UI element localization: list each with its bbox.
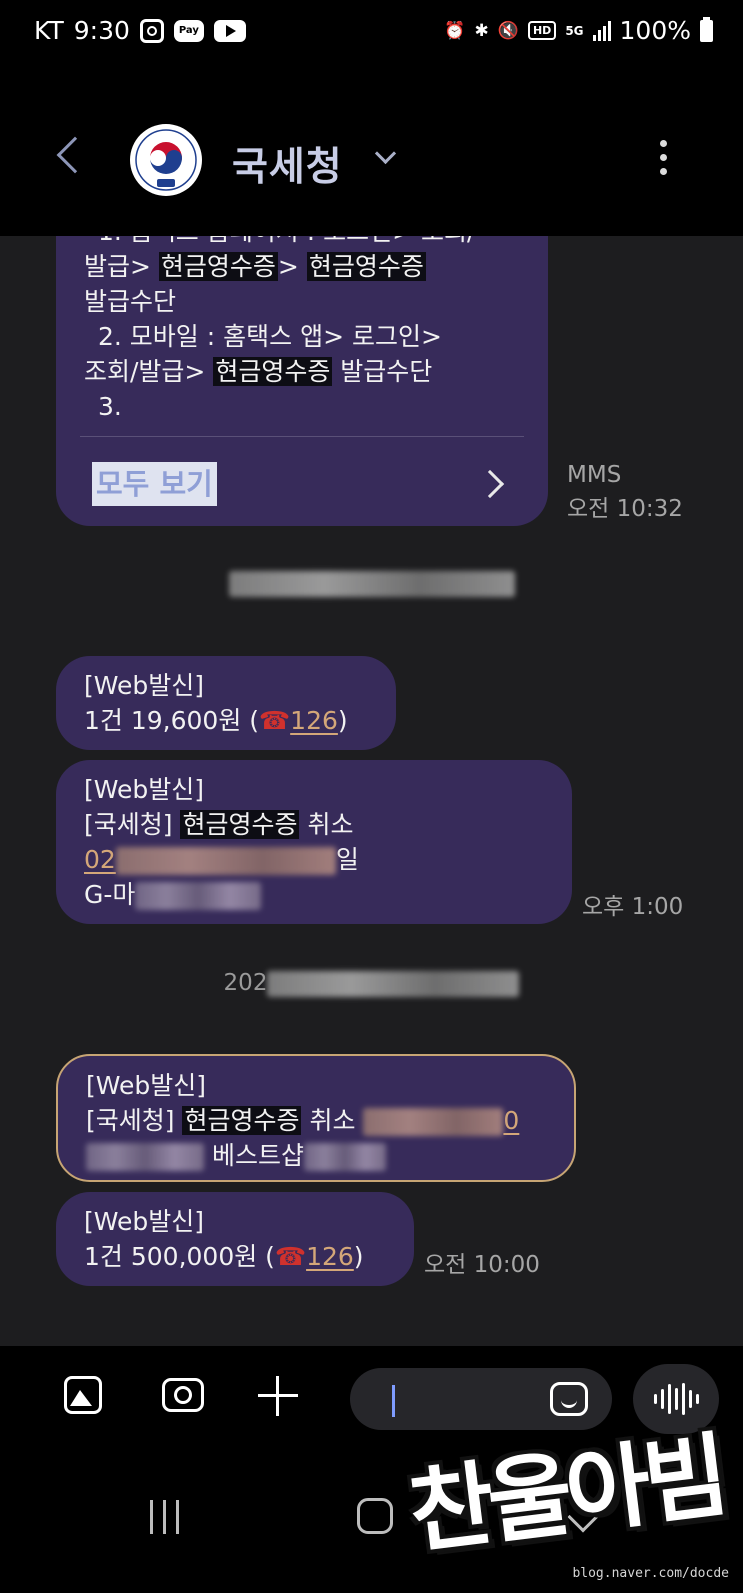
nts-logo-icon [132,126,200,194]
text-cursor [392,1385,395,1417]
status-left: KT 9:30 Pay [34,16,246,45]
redacted-date [267,970,520,997]
camera-icon[interactable] [155,1368,211,1424]
gallery-icon[interactable] [56,1368,112,1424]
mms-line: 3. [98,392,122,421]
redacted-text [86,1143,204,1171]
redacted-text [115,847,336,875]
mms-divider [80,436,524,437]
message-line: 1건 19,600원 (☎126) [84,706,348,735]
message-line: [Web발신] [84,1207,205,1236]
mms-line: 1. 홈택스 홈페이지 : 로그인> 조회/ [84,236,520,249]
mute-icon: 🔇 [497,20,519,41]
date-link[interactable]: 0 [503,1106,519,1135]
phone-link[interactable]: 126 [306,1242,354,1271]
message-bubble[interactable]: [Web발신] 1건 19,600원 (☎126) [56,656,396,750]
battery-percent: 100% [619,16,691,45]
redacted-text [303,1143,386,1171]
message-line: [Web발신] [84,671,205,700]
redacted-text [363,1108,504,1136]
contact-name[interactable]: 국세청 [232,136,343,192]
view-all-button[interactable]: 모두 보기 [92,462,217,506]
redacted-date [228,570,515,597]
battery-icon [700,16,713,42]
mms-line: 조회/발급> 현금영수증 발급수단 [84,357,433,386]
back-arrow-icon[interactable] [56,136,94,174]
message-bubble[interactable]: [Web발신] [국세청] 현금영수증 취소 02 일 G-마 [56,760,572,924]
bluetooth-icon: ✱ [474,20,489,41]
message-line: 베스트샵 [86,1138,546,1173]
status-right: ⏰ ✱ 🔇 HD 5G 100% [444,16,713,45]
conversation-header: 국세청 [0,66,743,236]
message-line: 02 일 [84,845,359,875]
youtube-icon [213,19,246,42]
message-type: MMS [567,462,622,488]
more-options-icon[interactable] [655,140,671,184]
recent-apps-icon[interactable] [150,1500,179,1534]
phone-icon: ☎ [274,1242,307,1271]
carrier-label: KT [34,16,64,45]
message-line: 1건 500,000원 (☎126) [84,1242,364,1271]
pay-icon: Pay [173,19,204,42]
phone-link[interactable]: 126 [290,706,338,735]
mms-line: 발급수단 [84,287,177,316]
status-bar: KT 9:30 Pay ⏰ ✱ 🔇 HD 5G 100% [0,0,743,66]
message-bubble[interactable]: [Web발신] 1건 500,000원 (☎126) [56,1192,414,1286]
watermark-url: blog.naver.com/docde [572,1566,729,1581]
phone-icon: ☎ [259,706,291,735]
message-list[interactable]: 1. 홈택스 홈페이지 : 로그인> 조회/ 발급> 현금영수증> 현금영수증 … [0,236,743,1346]
home-icon[interactable] [357,1498,393,1534]
date-separator [0,570,743,597]
chevron-down-icon[interactable] [374,142,397,165]
plus-icon[interactable] [250,1368,306,1424]
signal-icon [592,20,611,41]
redacted-text [135,882,262,910]
message-line: [국세청] 현금영수증 취소 0 [86,1106,520,1136]
hd-icon: HD [527,21,557,40]
sticker-icon[interactable] [550,1382,588,1416]
date-label: 202 [223,970,268,996]
date-separator: 202 [0,970,743,997]
message-line: [국세청] 현금영수증 취소 [84,810,354,839]
message-line: [Web발신] [84,775,205,804]
instagram-icon [139,18,164,43]
message-time: 오후 1:00 [582,894,684,920]
mms-line: 발급> 현금영수증> 현금영수증 [84,252,426,281]
sender-avatar[interactable] [130,124,202,196]
alarm-icon: ⏰ [444,20,466,41]
message-time: 오전 10:00 [424,1252,540,1278]
clock: 9:30 [73,16,130,45]
network-type: 5G [565,23,584,38]
selected-message-bubble[interactable]: [Web발신] [국세청] 현금영수증 취소 0 베스트샵 [56,1054,576,1182]
message-time: 오전 10:32 [567,496,683,522]
message-line: [Web발신] [86,1071,207,1100]
date-link[interactable]: 02 [84,845,116,874]
message-line: G-마 [84,877,544,912]
mms-line: 2. 모바일 : 홈택스 앱> 로그인> [98,322,442,351]
